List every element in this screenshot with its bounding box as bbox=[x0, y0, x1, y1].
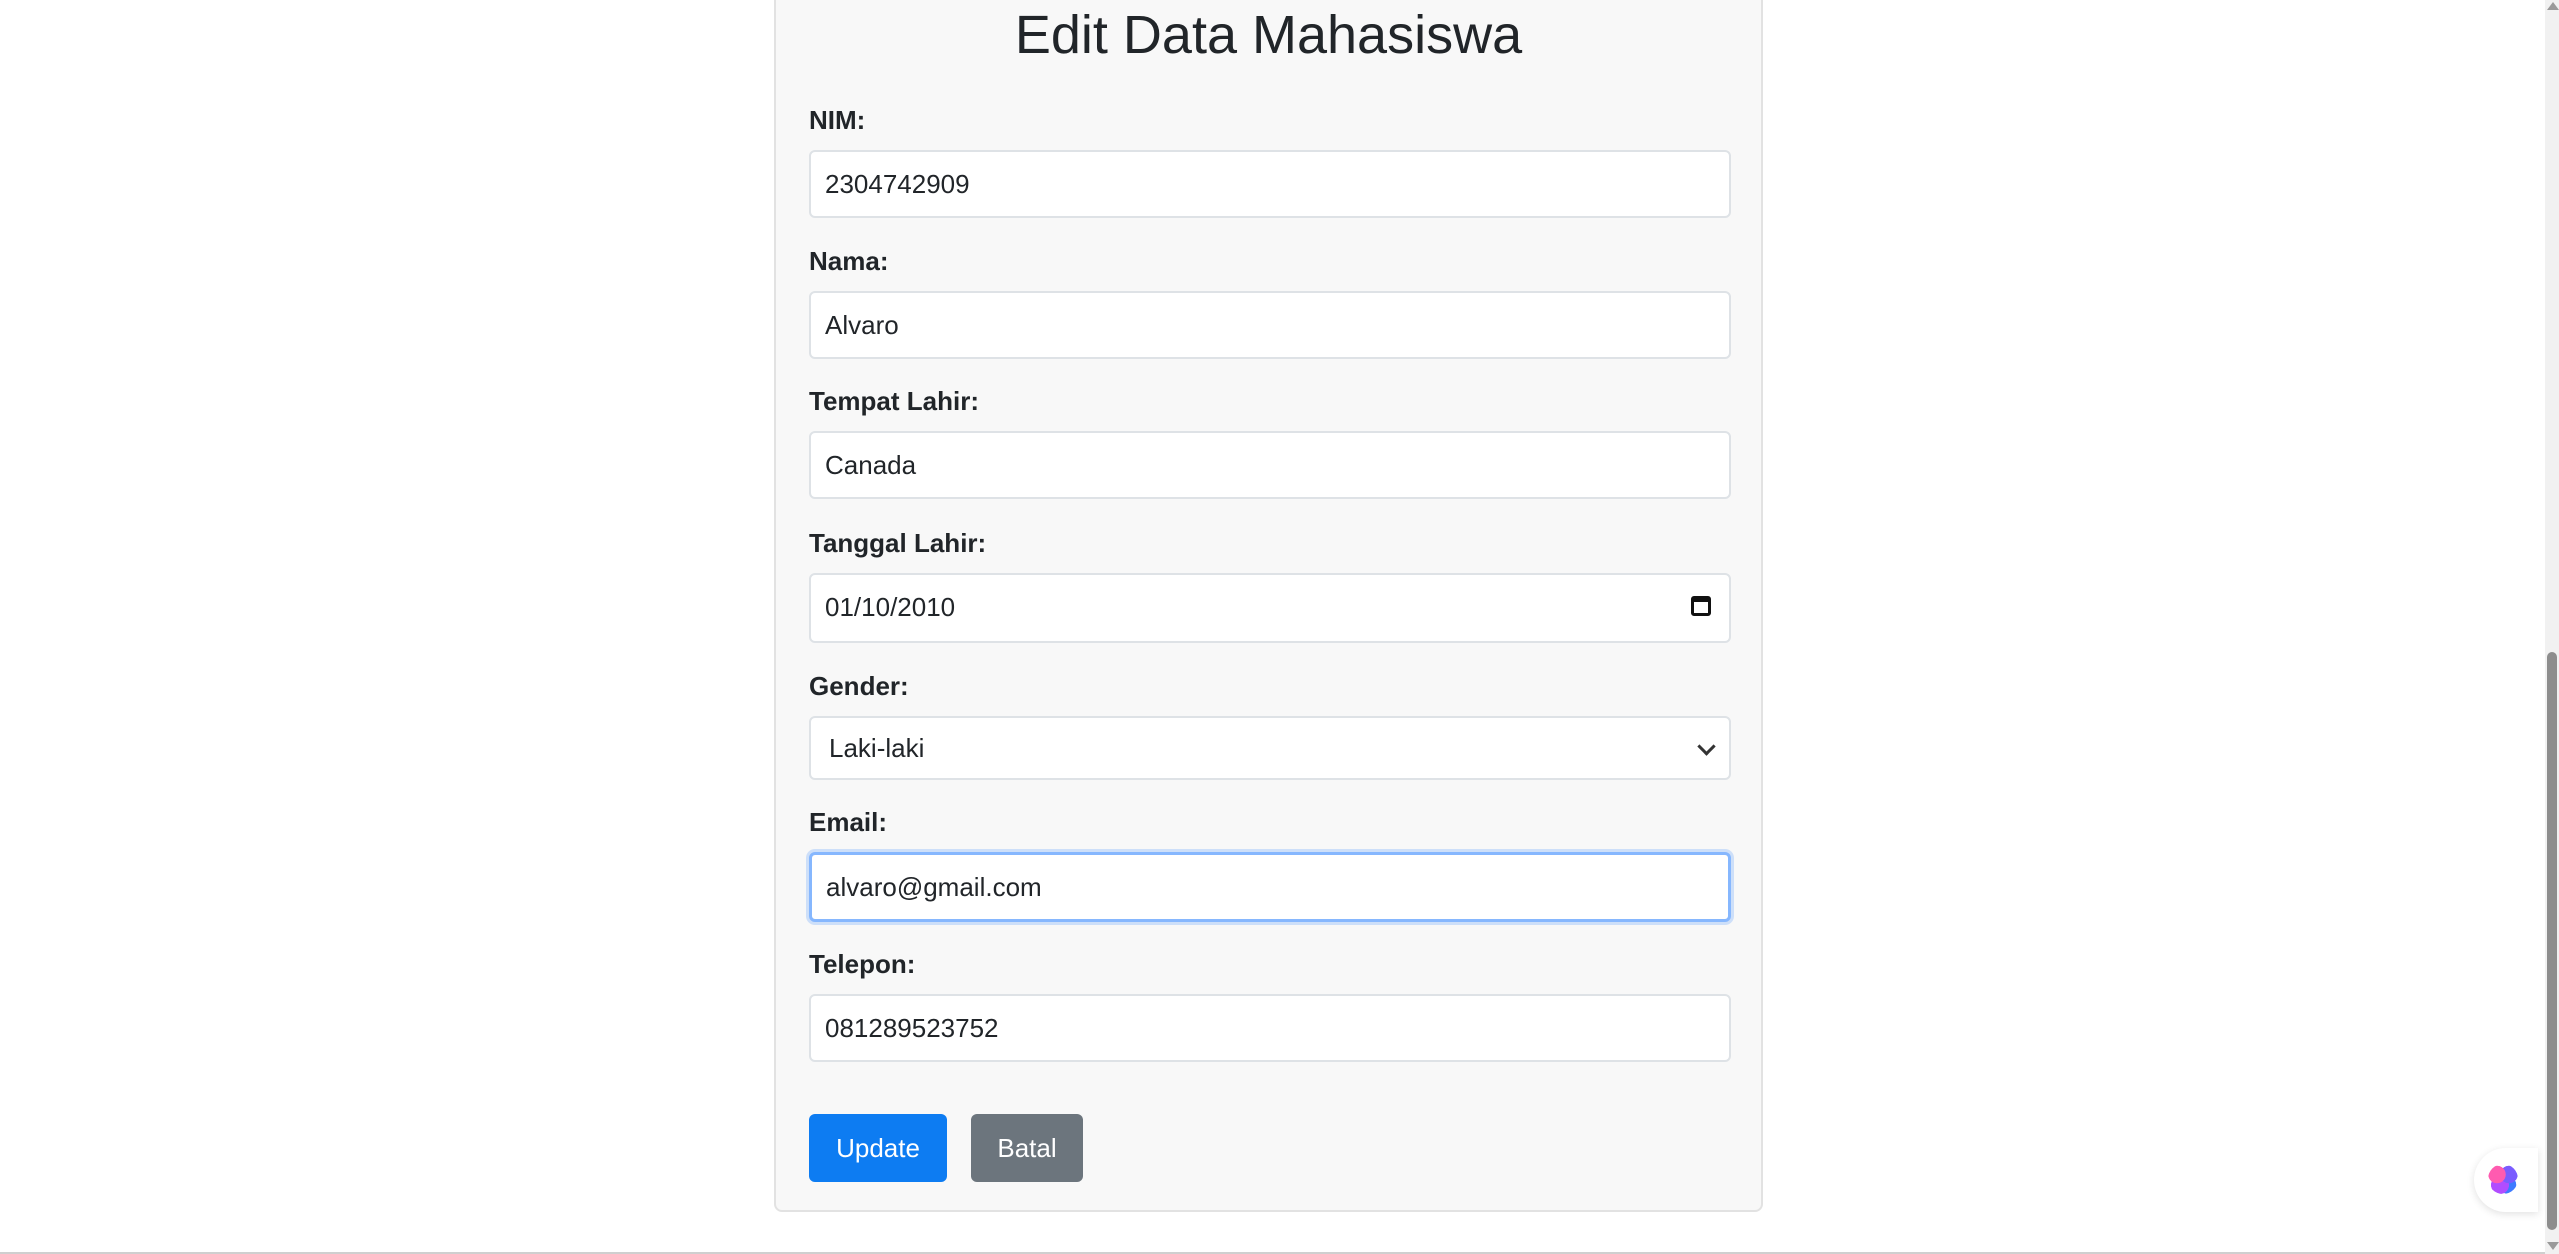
nama-label: Nama: bbox=[809, 246, 889, 276]
email-input[interactable]: alvaro@gmail.com bbox=[809, 852, 1731, 922]
chevron-down-icon bbox=[1697, 737, 1716, 756]
edit-form-card: Edit Data Mahasiswa NIM: 2304742909 Nama… bbox=[774, 0, 1763, 1212]
scrollbar-thumb[interactable] bbox=[2547, 652, 2557, 1230]
batal-button[interactable]: Batal bbox=[971, 1114, 1083, 1182]
nama-input[interactable]: Alvaro bbox=[809, 291, 1731, 359]
nama-value: Alvaro bbox=[825, 310, 899, 340]
calendar-icon[interactable] bbox=[1691, 596, 1711, 616]
tempat-lahir-value: Canada bbox=[825, 450, 917, 480]
nim-label: NIM: bbox=[809, 105, 866, 135]
nim-input[interactable]: 2304742909 bbox=[809, 150, 1731, 218]
page-title: Edit Data Mahasiswa bbox=[1014, 5, 1523, 65]
tanggal-lahir-label: Tanggal Lahir: bbox=[809, 528, 987, 558]
tempat-lahir-label: Tempat Lahir: bbox=[809, 386, 979, 416]
telepon-input[interactable]: 081289523752 bbox=[809, 994, 1731, 1062]
tanggal-lahir-value: 01/10/2010 bbox=[825, 592, 956, 622]
nim-value: 2304742909 bbox=[825, 169, 970, 199]
gender-label: Gender: bbox=[809, 671, 909, 701]
brain-icon bbox=[2488, 1164, 2518, 1194]
floating-assistant-button[interactable] bbox=[2474, 1148, 2538, 1212]
scroll-down-icon[interactable] bbox=[2547, 1242, 2559, 1250]
page: Edit Data Mahasiswa NIM: 2304742909 Nama… bbox=[0, 0, 2559, 1254]
gender-select[interactable]: Laki-laki bbox=[809, 716, 1731, 780]
gender-value: Laki-laki bbox=[829, 733, 925, 763]
email-label: Email: bbox=[809, 807, 888, 837]
vertical-scrollbar[interactable] bbox=[2545, 0, 2559, 1254]
tanggal-lahir-input[interactable]: 01/10/2010 bbox=[809, 573, 1731, 643]
update-button[interactable]: Update bbox=[809, 1114, 947, 1182]
tempat-lahir-input[interactable]: Canada bbox=[809, 431, 1731, 499]
email-value: alvaro@gmail.com bbox=[826, 872, 1042, 902]
telepon-value: 081289523752 bbox=[825, 1013, 999, 1043]
scroll-up-icon[interactable] bbox=[2547, 2, 2559, 10]
telepon-label: Telepon: bbox=[809, 949, 916, 979]
